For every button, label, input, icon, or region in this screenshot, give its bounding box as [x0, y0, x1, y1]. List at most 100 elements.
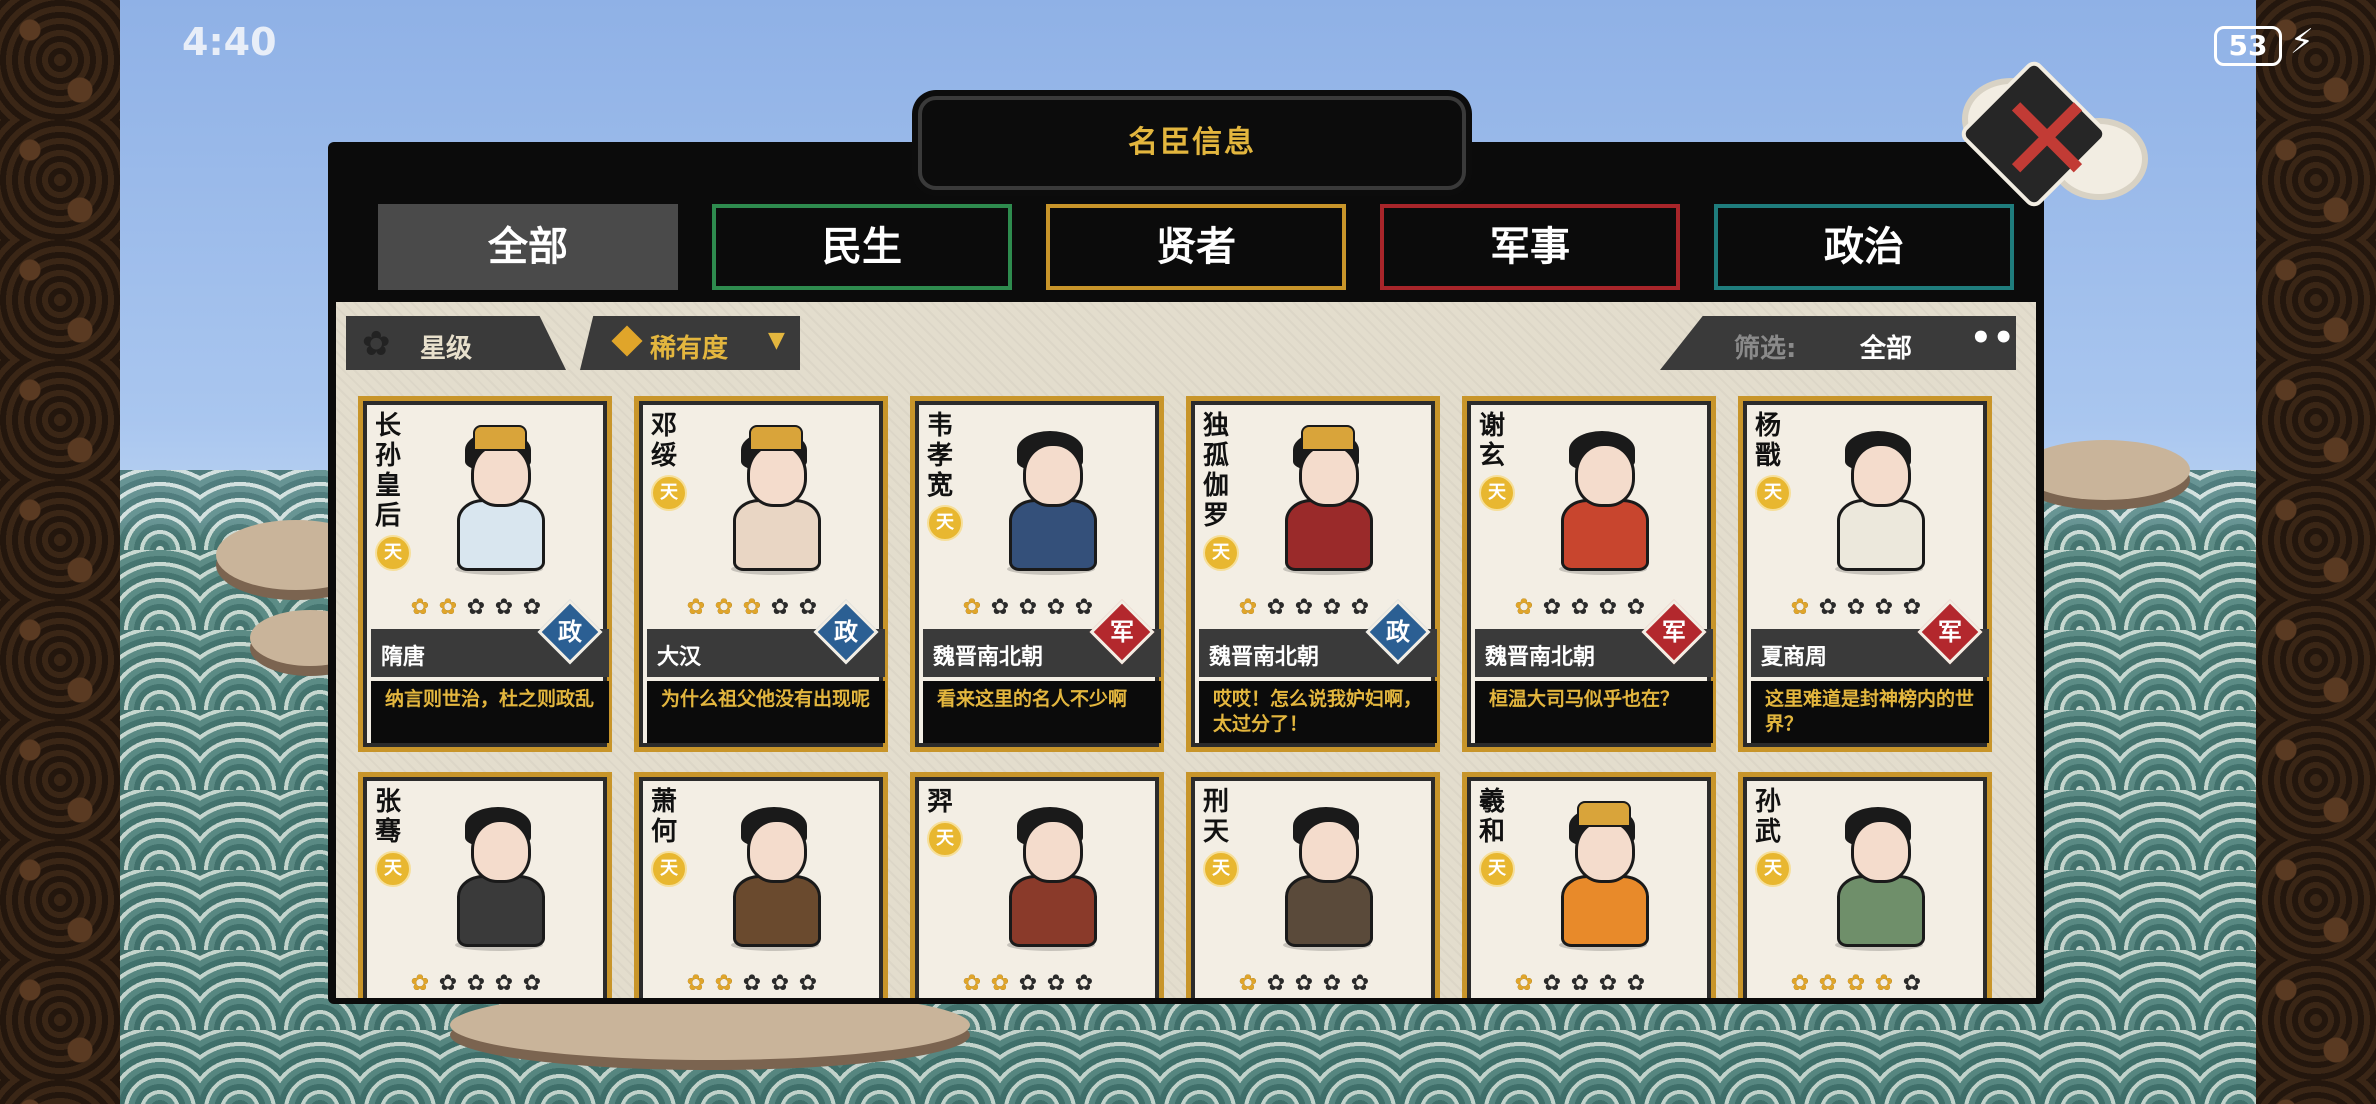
star-icon: ✿	[1570, 971, 1590, 996]
diamond-icon	[611, 325, 643, 357]
star-icon: ✿	[1874, 595, 1894, 620]
portrait-body	[457, 499, 545, 571]
minister-quote: 看来这里的名人不少啊	[923, 681, 1161, 743]
dynasty-label: 夏商周	[1761, 645, 1828, 670]
star-icon: ✿	[1818, 595, 1838, 620]
star-rating: ✿ ✿ ✿ ✿ ✿	[959, 971, 1097, 998]
minister-portrait	[985, 425, 1115, 575]
portrait-body	[457, 875, 545, 947]
star-rating: ✿ ✿ ✿ ✿ ✿	[683, 595, 821, 623]
star-icon: ✿	[410, 595, 430, 620]
star-icon: ✿	[1266, 971, 1286, 996]
portrait-body	[1837, 499, 1925, 571]
crown-icon	[1577, 801, 1631, 827]
minister-card[interactable]: 韦孝宽天 ✿ ✿ ✿ ✿ ✿ 魏晋南北朝军看来这里的名人不少啊	[910, 396, 1164, 752]
star-icon: ✿	[1514, 595, 1534, 620]
minister-card[interactable]: 萧何天 ✿ ✿ ✿ ✿ ✿	[634, 772, 888, 998]
minister-name: 羿	[927, 787, 954, 817]
status-time: 4:40	[182, 20, 277, 64]
minister-card[interactable]: 长孙皇后天 ✿ ✿ ✿ ✿ ✿ 隋唐 政纳言则世治，杜之则政乱	[358, 396, 612, 752]
star-icon: ✿	[1542, 595, 1562, 620]
tab-3[interactable]: 军事	[1380, 204, 1680, 290]
star-icon: ✿	[1238, 971, 1258, 996]
role-badge-label: 政	[834, 618, 858, 646]
minister-card[interactable]: 羲和天 ✿ ✿ ✿ ✿ ✿	[1462, 772, 1716, 998]
portrait-body	[1285, 875, 1373, 947]
role-badge-label: 军	[1110, 618, 1134, 646]
minister-quote: 纳言则世治，杜之则政乱	[371, 681, 609, 743]
sort-by-star-button[interactable]: ✿ 星级	[346, 316, 566, 370]
minister-portrait	[1261, 425, 1391, 575]
star-icon: ✿	[798, 971, 818, 996]
crown-icon	[1301, 425, 1355, 451]
portrait-head	[1851, 443, 1911, 507]
minister-card[interactable]: 羿天 ✿ ✿ ✿ ✿ ✿	[910, 772, 1164, 998]
star-icon: ✿	[1902, 971, 1922, 996]
star-rating: ✿ ✿ ✿ ✿ ✿	[407, 595, 545, 623]
star-icon: ✿	[1874, 971, 1894, 996]
filter-bar[interactable]: 筛选: 全部 •••	[1660, 316, 2016, 370]
star-icon: ✿	[798, 595, 818, 620]
minister-card[interactable]: 杨戬天 ✿ ✿ ✿ ✿ ✿ 夏商周 军这里难道是封神榜内的世界？	[1738, 396, 1992, 752]
star-icon: ✿	[1846, 971, 1866, 996]
minister-card[interactable]: 邓绥天 ✿ ✿ ✿ ✿ ✿ 大汉 政为什么祖父他没有出现呢	[634, 396, 888, 752]
star-icon: ✿	[1046, 595, 1066, 620]
tab-1[interactable]: 民生	[712, 204, 1012, 290]
star-icon: ✿	[962, 971, 982, 996]
sort-by-rarity-button[interactable]: 稀有度 ▼	[580, 316, 800, 370]
star-icon: ✿	[1598, 595, 1618, 620]
star-rating: ✿ ✿ ✿ ✿ ✿	[407, 971, 545, 998]
minister-portrait	[1813, 425, 1943, 575]
star-icon: ✿	[1514, 971, 1534, 996]
minister-card[interactable]: 独孤伽罗天 ✿ ✿ ✿ ✿ ✿ 魏晋南北朝政哎哎！怎么说我妒妇啊，太过分了！	[1186, 396, 1440, 752]
filter-value: 全部	[1860, 334, 1913, 364]
grade-badge: 天	[1479, 851, 1515, 887]
star-icon: ✿	[1046, 971, 1066, 996]
star-icon: ✿	[1598, 971, 1618, 996]
minister-portrait	[433, 425, 563, 575]
role-badge-label: 政	[558, 618, 582, 646]
minister-portrait	[433, 801, 563, 951]
minister-card[interactable]: 谢玄天 ✿ ✿ ✿ ✿ ✿ 魏晋南北朝军桓温大司马似乎也在？	[1462, 396, 1716, 752]
star-icon: ✿	[1294, 595, 1314, 620]
more-options-button[interactable]: •••	[1970, 318, 2016, 358]
minister-name: 谢玄	[1479, 411, 1506, 471]
dynasty-label: 魏晋南北朝	[1209, 645, 1320, 670]
minister-card[interactable]: 张骞天 ✿ ✿ ✿ ✿ ✿	[358, 772, 612, 998]
grade-badge: 天	[651, 475, 687, 511]
quote-text: 桓温大司马似乎也在？	[1489, 688, 1680, 710]
star-icon: ✿	[714, 971, 734, 996]
dynasty-label: 魏晋南北朝	[1485, 645, 1596, 670]
star-icon: ✿	[962, 595, 982, 620]
star-icon: ✿	[1294, 971, 1314, 996]
quote-text: 这里难道是封神榜内的世界？	[1765, 688, 1975, 735]
star-icon: ✿	[686, 971, 706, 996]
star-icon: ✿	[770, 971, 790, 996]
minister-quote: 哎哎！怎么说我妒妇啊，太过分了！	[1199, 681, 1437, 743]
floating-island	[2020, 440, 2190, 500]
grade-badge: 天	[1203, 535, 1239, 571]
grade-badge: 天	[927, 505, 963, 541]
quote-text: 看来这里的名人不少啊	[937, 688, 1128, 710]
star-rating: ✿ ✿ ✿ ✿ ✿	[1511, 595, 1649, 623]
star-icon: ✿	[1322, 595, 1342, 620]
star-icon: ✿	[1902, 595, 1922, 620]
minister-card[interactable]: 刑天天 ✿ ✿ ✿ ✿ ✿	[1186, 772, 1440, 998]
minister-card[interactable]: 孙武天 ✿ ✿ ✿ ✿ ✿	[1738, 772, 1992, 998]
star-icon: ✿	[1790, 971, 1810, 996]
grade-badge: 天	[375, 851, 411, 887]
minister-quote: 这里难道是封神榜内的世界？	[1751, 681, 1989, 743]
tab-0[interactable]: 全部	[378, 204, 678, 290]
minister-portrait	[985, 801, 1115, 951]
close-icon[interactable]: ✕	[1992, 81, 2102, 201]
tab-4[interactable]: 政治	[1714, 204, 2014, 290]
grade-badge: 天	[927, 821, 963, 857]
sort-rarity-label: 稀有度	[650, 334, 729, 364]
minister-portrait	[1537, 801, 1667, 951]
sort-star-label: 星级	[420, 334, 473, 364]
battery-indicator: 53	[2214, 26, 2282, 66]
portrait-body	[1837, 875, 1925, 947]
tab-2[interactable]: 贤者	[1046, 204, 1346, 290]
portrait-head	[1023, 443, 1083, 507]
panel-title-plate: 名臣信息	[918, 96, 1466, 190]
